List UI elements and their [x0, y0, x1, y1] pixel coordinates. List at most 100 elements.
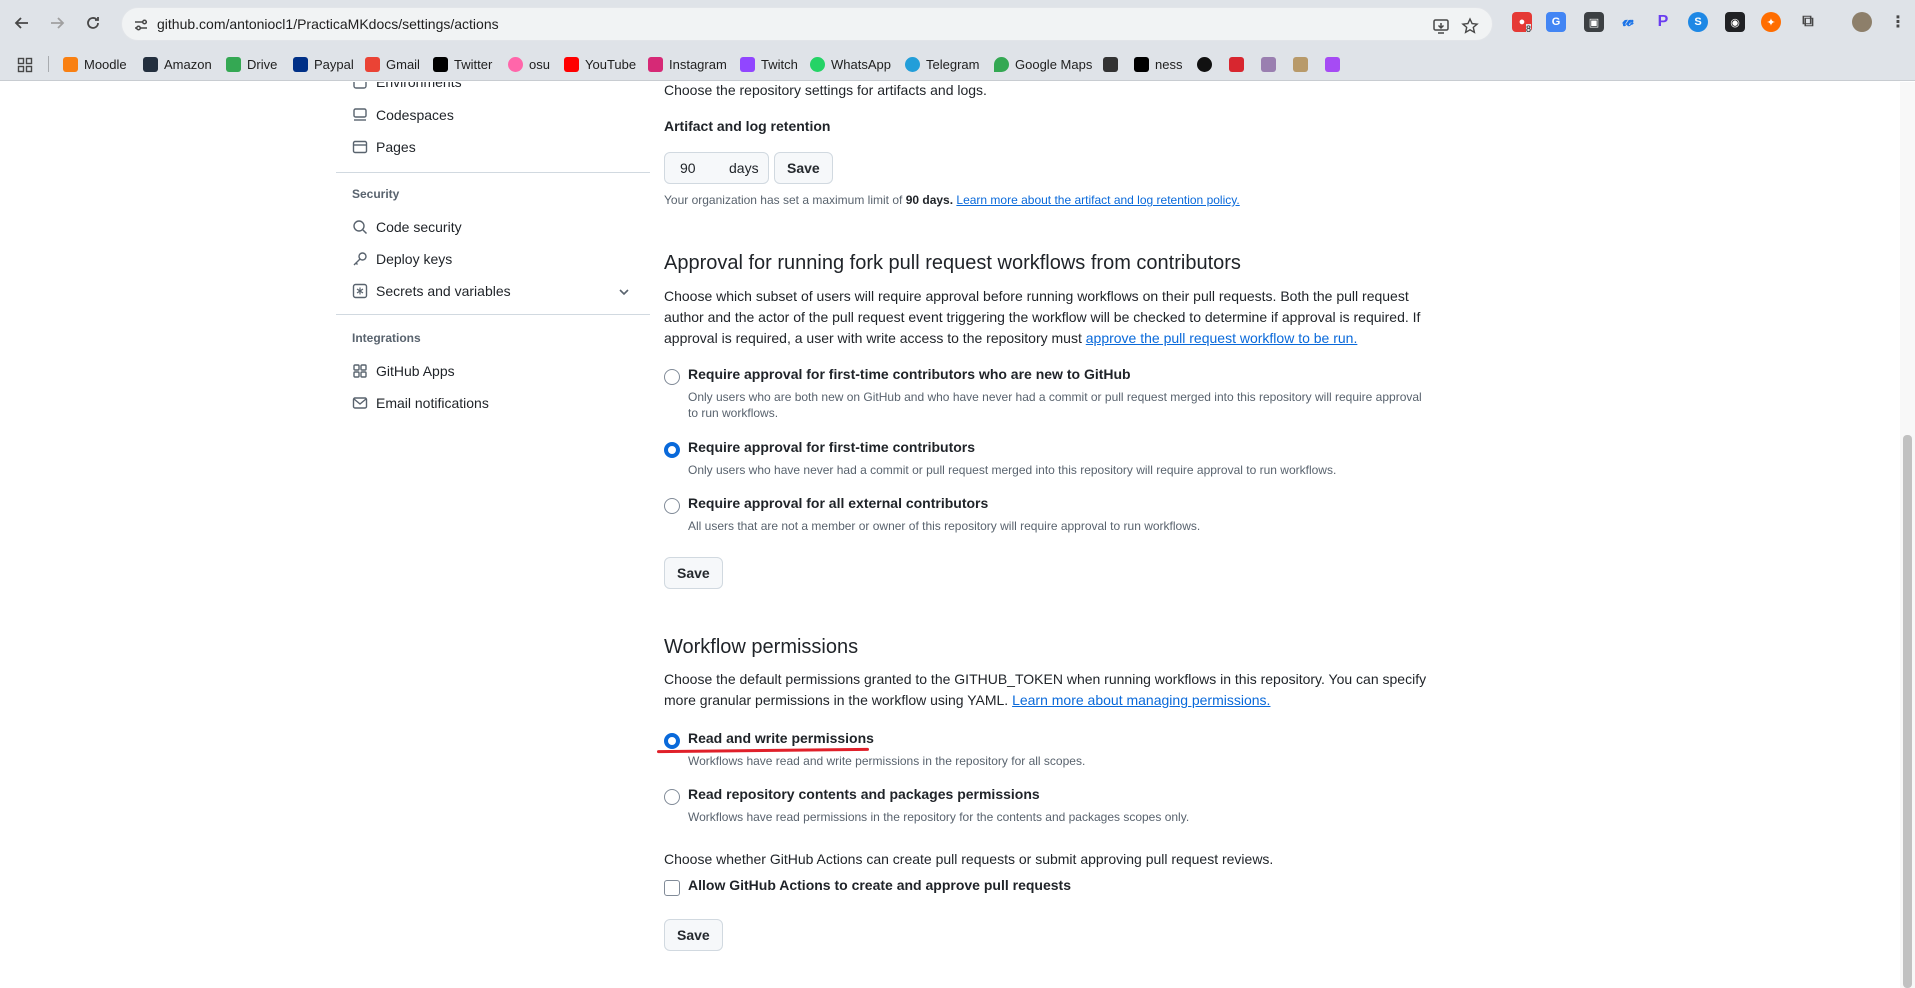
- sidebar-item-label: Pages: [376, 139, 416, 155]
- bookmarks-bar: Moodle Amazon Drive Paypal Gmail Twitter…: [0, 47, 1915, 81]
- artifacts-save-button[interactable]: Save: [774, 152, 833, 184]
- permission-option-note: Workflows have read and write permission…: [688, 754, 1086, 768]
- bookmark-twitch[interactable]: Twitch: [740, 54, 798, 74]
- bookmark-label: Moodle: [84, 56, 127, 72]
- sidebar-item-label: Code security: [376, 219, 462, 235]
- allow-create-prs-checkbox[interactable]: [664, 880, 680, 896]
- bookmark-osu[interactable]: osu: [508, 54, 550, 74]
- extension-p-icon[interactable]: P: [1653, 12, 1673, 32]
- translate-icon[interactable]: G: [1546, 12, 1566, 32]
- bookmark-red-icon[interactable]: [1229, 57, 1244, 72]
- bookmark-star-icon[interactable]: [1461, 17, 1479, 35]
- bookmark-telegram[interactable]: Telegram: [905, 54, 979, 74]
- drive-icon: [226, 56, 241, 72]
- bookmark-twitter[interactable]: Twitter: [433, 54, 492, 74]
- chevron-down-icon[interactable]: [617, 285, 631, 299]
- approval-radio-new-to-github[interactable]: [664, 369, 680, 385]
- bookmark-amazon[interactable]: Amazon: [143, 54, 212, 74]
- mail-icon: [352, 397, 368, 409]
- address-bar[interactable]: github.com/antoniocl1/PracticaMKdocs/set…: [121, 7, 1493, 41]
- bookmark-label: Instagram: [669, 56, 727, 72]
- retention-days-value: 90: [680, 160, 696, 176]
- bookmark-label: Paypal: [314, 56, 354, 72]
- bookmark-label: Telegram: [926, 56, 980, 72]
- wikipedia-icon: [1134, 56, 1149, 72]
- shazam-icon[interactable]: S: [1688, 12, 1708, 32]
- bookmark-image-icon[interactable]: [1293, 57, 1308, 72]
- sidebar-item-pages[interactable]: Pages: [352, 136, 416, 158]
- page-scrollbar[interactable]: [1900, 82, 1915, 988]
- bookmarks-divider: [48, 56, 49, 72]
- bookmark-drive[interactable]: Drive: [226, 54, 277, 74]
- gmail-icon: [365, 56, 380, 72]
- extensions-puzzle-icon[interactable]: ⧉: [1798, 12, 1818, 32]
- extension-w-icon[interactable]: 𝓌: [1618, 12, 1638, 32]
- sidebar-item-label: GitHub Apps: [376, 363, 455, 379]
- bookmark-purple-icon[interactable]: [1325, 57, 1340, 72]
- retention-note-text: Your organization has set a maximum limi…: [664, 193, 903, 207]
- extension-face-icon[interactable]: ◉: [1725, 12, 1745, 32]
- window-extension-icon[interactable]: ▣: [1584, 12, 1604, 32]
- paypal-icon: [293, 56, 308, 72]
- permission-radio-read-only[interactable]: [664, 789, 680, 805]
- back-button[interactable]: [11, 12, 33, 34]
- bookmark-ness[interactable]: ness: [1134, 54, 1182, 74]
- forward-button[interactable]: [46, 12, 68, 34]
- sidebar-item-github-apps[interactable]: GitHub Apps: [352, 360, 455, 382]
- whatsapp-icon: [810, 56, 825, 72]
- retention-days-input[interactable]: 90 days: [664, 152, 769, 184]
- moodle-icon: [63, 56, 78, 72]
- workflow-permissions-title: Workflow permissions: [664, 636, 859, 658]
- permission-option-label: Read repository contents and packages pe…: [688, 786, 1040, 802]
- grid-icon: [17, 57, 33, 73]
- key-icon: [353, 252, 367, 266]
- install-app-icon[interactable]: [1432, 17, 1450, 35]
- bookmark-whatsapp[interactable]: WhatsApp: [810, 54, 891, 74]
- permission-radio-read-write[interactable]: [664, 733, 680, 749]
- sidebar-item-code-security[interactable]: Code security: [352, 216, 462, 238]
- approval-radio-all-external[interactable]: [664, 498, 680, 514]
- bookmark-anime-icon[interactable]: [1261, 57, 1276, 72]
- approval-option-note: Only users who are both new on GitHub an…: [688, 390, 1422, 420]
- sidebar-item-codespaces[interactable]: Codespaces: [352, 104, 454, 126]
- bookmark-google-maps[interactable]: Google Maps: [994, 54, 1092, 74]
- reload-button[interactable]: [82, 12, 104, 34]
- profile-avatar[interactable]: [1852, 12, 1872, 32]
- url-text: github.com/antoniocl1/PracticaMKdocs/set…: [157, 16, 499, 32]
- workflow-save-button[interactable]: Save: [664, 919, 723, 951]
- managing-permissions-link[interactable]: Learn more about managing permissions.: [1012, 692, 1270, 708]
- bookmark-gmail[interactable]: Gmail: [365, 54, 420, 74]
- bookmark-paypal[interactable]: Paypal: [293, 54, 354, 74]
- retention-limit: 90 days.: [905, 193, 954, 207]
- bookmark-infinity-icon[interactable]: [1103, 57, 1118, 72]
- sidebar-item-secrets-and-variables[interactable]: Secrets and variables: [352, 280, 511, 302]
- apps-grid-icon[interactable]: [17, 55, 33, 75]
- x-icon: [433, 56, 448, 72]
- retention-policy-link[interactable]: Learn more about the artifact and log re…: [956, 193, 1239, 207]
- sidebar-item-email-notifications[interactable]: Email notifications: [352, 392, 489, 414]
- bookmark-moodle[interactable]: Moodle: [63, 54, 127, 74]
- site-settings-icon[interactable]: [132, 16, 150, 34]
- extension-orange-icon[interactable]: ✦: [1761, 12, 1781, 32]
- approve-workflow-link[interactable]: approve the pull request workflow to be …: [1086, 330, 1358, 346]
- scrollbar-thumb[interactable]: [1903, 435, 1912, 988]
- bookmark-instagram[interactable]: Instagram: [648, 54, 727, 74]
- bookmark-label: Drive: [247, 56, 278, 72]
- browser-menu-icon[interactable]: ⋮: [1888, 12, 1908, 32]
- osu-icon: [508, 56, 523, 72]
- sidebar-item-environments[interactable]: Environments: [352, 82, 462, 93]
- sidebar-item-label: Deploy keys: [376, 251, 453, 267]
- amazon-icon: [143, 56, 158, 72]
- bookmark-youtube[interactable]: YouTube: [564, 54, 636, 74]
- arrow-left-icon: [14, 17, 28, 29]
- codescan-icon: [353, 220, 368, 235]
- sidebar-item-deploy-keys[interactable]: Deploy keys: [352, 248, 452, 270]
- browser-toolbar: github.com/antoniocl1/PracticaMKdocs/set…: [0, 0, 1915, 47]
- bookmark-label: osu: [529, 56, 550, 72]
- bookmark-dark-icon[interactable]: [1197, 57, 1212, 72]
- approval-save-button[interactable]: Save: [664, 557, 723, 589]
- approval-radio-first-time[interactable]: [664, 442, 680, 458]
- sidebar-item-label: Codespaces: [376, 107, 454, 123]
- bookmark-label: YouTube: [585, 56, 637, 72]
- sidebar-heading-integrations: Integrations: [352, 331, 421, 345]
